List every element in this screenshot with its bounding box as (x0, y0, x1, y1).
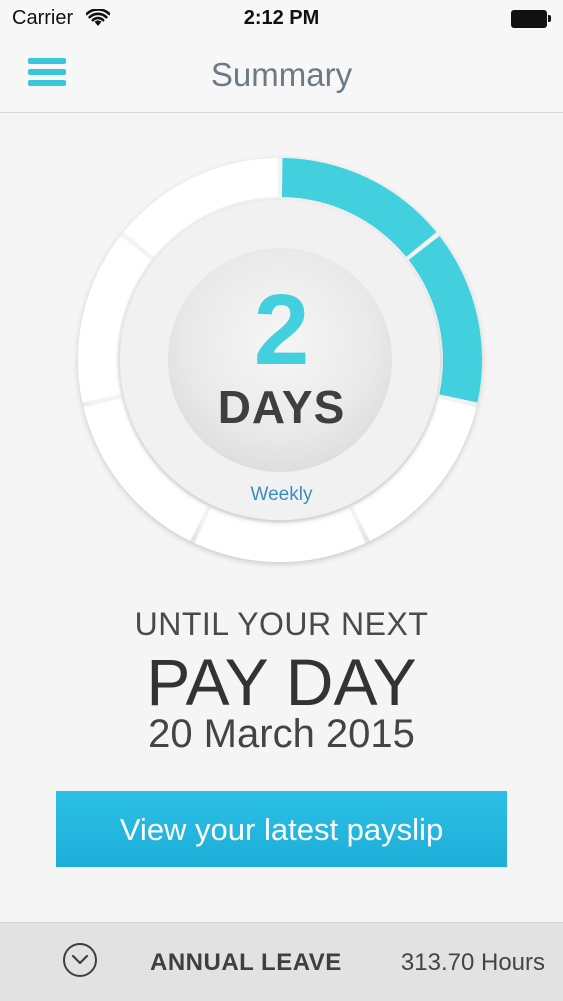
battery-full-icon (511, 10, 551, 28)
status-time: 2:12 PM (243, 7, 320, 29)
until-next-label: UNTIL YOUR NEXT (134, 606, 429, 642)
countdown-number: 2 (253, 274, 310, 386)
view-payslip-button[interactable]: View your latest payslip (56, 791, 507, 867)
page-title: Summary (210, 56, 353, 93)
pay-day-heading: PAY DAY (146, 645, 417, 719)
chevron-down-circle-icon[interactable] (63, 943, 97, 977)
pay-frequency-label: Weekly (250, 484, 313, 505)
status-bar: Carrier 2:12 PM (0, 0, 563, 40)
pay-day-date: 20 March 2015 (148, 712, 415, 756)
annual-leave-value: 313.70 Hours (400, 949, 545, 976)
annual-leave-label: ANNUAL LEAVE (150, 949, 342, 976)
navigation-bar: Summary (0, 40, 563, 113)
annual-leave-bar[interactable]: ANNUAL LEAVE 313.70 Hours (0, 922, 563, 1001)
countdown-unit: DAYS (217, 381, 346, 433)
